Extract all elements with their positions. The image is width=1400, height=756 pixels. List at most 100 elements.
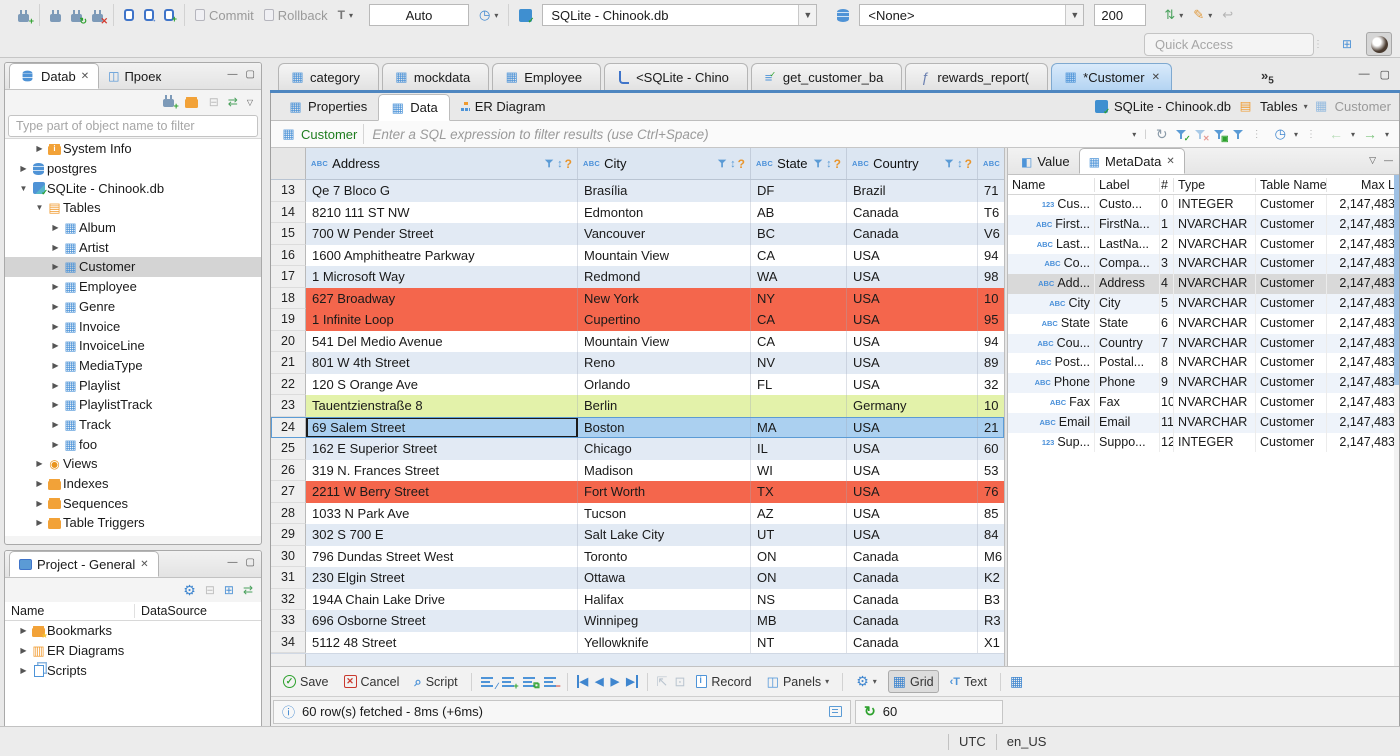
cell-address[interactable]: 162 E Superior Street: [306, 438, 578, 460]
project-tree-item[interactable]: ▶ Bookmarks: [5, 621, 261, 641]
tree-item[interactable]: ▶ Album: [5, 218, 261, 238]
previous-row-icon[interactable]: ◀: [595, 675, 603, 688]
metadata-row[interactable]: ABC First... FirstNa... 1 NVARCHAR Custom…: [1008, 214, 1399, 235]
cell-type[interactable]: NVARCHAR: [1174, 254, 1256, 275]
cell-address[interactable]: Qe 7 Bloco G: [306, 180, 578, 202]
tree-item[interactable]: ▼ Tables: [5, 198, 261, 218]
column-filter-icon[interactable]: [813, 159, 823, 168]
panels-button[interactable]: ◫ Panels ▾: [763, 672, 834, 692]
cell-name[interactable]: ABC Last...: [1008, 234, 1095, 255]
cell-city[interactable]: Ottawa: [578, 567, 751, 589]
row-number[interactable]: 27: [271, 481, 306, 503]
cell-maxlength[interactable]: 2,147,483: [1327, 353, 1399, 373]
column-header-maxlength[interactable]: Max L: [1327, 178, 1399, 192]
expand-arrow[interactable]: ▶: [49, 361, 62, 370]
cell-city[interactable]: Mountain View: [578, 244, 751, 266]
row-number[interactable]: 17: [271, 266, 306, 288]
cell-address[interactable]: 1033 N Park Ave: [306, 502, 578, 524]
breadcrumb-tables[interactable]: Tables: [1260, 99, 1298, 114]
expand-arrow[interactable]: ▶: [17, 646, 30, 655]
column-header-number[interactable]: #: [1160, 177, 1174, 192]
next-row-icon[interactable]: ▶: [611, 675, 619, 688]
cell-address[interactable]: 8210 111 ST NW: [306, 201, 578, 223]
cell-name[interactable]: ABC State: [1008, 313, 1095, 334]
cell-label[interactable]: Country: [1095, 333, 1160, 354]
cell-number[interactable]: 5: [1160, 293, 1174, 314]
cell-maxlength[interactable]: 2,147,483: [1327, 393, 1399, 413]
link-with-editor-icon[interactable]: ⇄: [228, 95, 238, 109]
cell-postalcode[interactable]: 71: [978, 180, 1004, 202]
chevron-down-icon[interactable]: ▾: [1351, 130, 1355, 139]
cell-label[interactable]: Custo...: [1095, 195, 1160, 215]
metadata-row[interactable]: ABC Fax Fax 10 NVARCHAR Customer 2,147,48…: [1008, 392, 1399, 413]
cell-address[interactable]: 194A Chain Lake Drive: [306, 588, 578, 610]
cell-name[interactable]: ABC Cou...: [1008, 333, 1095, 354]
cell-address[interactable]: Tauentzienstraße 8: [306, 395, 578, 417]
cell-country[interactable]: USA: [847, 459, 978, 481]
cell-number[interactable]: 1: [1160, 214, 1174, 235]
cell-address[interactable]: 1 Microsoft Way: [306, 266, 578, 288]
cell-address[interactable]: 1 Infinite Loop: [306, 309, 578, 331]
minimize-icon[interactable]: —: [1384, 155, 1393, 166]
cell-tablename[interactable]: Customer: [1256, 412, 1327, 433]
grid-mode-button[interactable]: ▦ Grid: [887, 670, 939, 693]
cell-tablename[interactable]: Customer: [1256, 293, 1327, 314]
cell-tablename[interactable]: Customer: [1256, 313, 1327, 334]
cell-label[interactable]: State: [1095, 313, 1160, 334]
tab-er-diagram[interactable]: ER Diagram: [450, 93, 557, 120]
expand-arrow[interactable]: ▶: [49, 302, 62, 311]
transaction-mode-button[interactable]: T ▾: [338, 8, 353, 22]
cell-number[interactable]: 6: [1160, 313, 1174, 334]
tree-item[interactable]: ▶ foo: [5, 434, 261, 454]
cell-country[interactable]: USA: [847, 416, 978, 438]
cell-postalcode[interactable]: 21: [978, 417, 1004, 439]
cell-label[interactable]: Phone: [1095, 373, 1160, 393]
cell-postalcode[interactable]: 53: [978, 460, 1004, 482]
cell-state[interactable]: NT: [751, 631, 847, 653]
new-connection-icon[interactable]: +: [18, 10, 34, 26]
fetch-size-input[interactable]: 200: [1094, 4, 1147, 26]
cell-address[interactable]: 796 Dundas Street West: [306, 545, 578, 567]
chevron-down-icon[interactable]: ▾: [1385, 130, 1389, 139]
cell-tablename[interactable]: Customer: [1256, 234, 1327, 255]
row-number[interactable]: 20: [271, 330, 306, 352]
cell-city[interactable]: New York: [578, 287, 751, 309]
cell-city[interactable]: Reno: [578, 352, 751, 374]
cell-number[interactable]: 2: [1160, 234, 1174, 255]
cell-state[interactable]: MB: [751, 610, 847, 632]
cell-address[interactable]: 541 Del Medio Avenue: [306, 330, 578, 352]
cell-type[interactable]: NVARCHAR: [1174, 293, 1256, 314]
result-table-button[interactable]: Customer: [275, 124, 365, 144]
cell-postalcode[interactable]: 60: [978, 438, 1004, 460]
cell-postalcode[interactable]: 76: [978, 481, 1004, 503]
cell-postalcode[interactable]: 94: [978, 331, 1004, 353]
cell-number[interactable]: 3: [1160, 254, 1174, 275]
disconnect-icon[interactable]: ✕: [92, 10, 108, 26]
cell-city[interactable]: Cupertino: [578, 309, 751, 331]
sort-icon[interactable]: ↕: [557, 158, 563, 170]
cell-country[interactable]: Canada: [847, 610, 978, 632]
row-number[interactable]: 33: [271, 610, 306, 632]
add-row-icon[interactable]: +: [501, 676, 519, 691]
tree-item[interactable]: ▶ MediaType: [5, 356, 261, 376]
refresh-icon[interactable]: ↻: [1156, 126, 1168, 143]
cell-address[interactable]: 230 Elgin Street: [306, 567, 578, 589]
cell-postalcode[interactable]: 94: [978, 245, 1004, 267]
auto-refresh-icon[interactable]: ◷: [1275, 126, 1286, 142]
cell-state[interactable]: NY: [751, 287, 847, 309]
copy-message-icon[interactable]: [829, 706, 842, 717]
cell-city[interactable]: Fort Worth: [578, 481, 751, 503]
chevron-down-icon[interactable]: ▾: [1304, 102, 1308, 111]
next-page-icon[interactable]: →: [1363, 126, 1377, 142]
row-number[interactable]: 29: [271, 524, 306, 546]
cell-name[interactable]: ABC Add...: [1008, 274, 1095, 294]
cell-postalcode[interactable]: 32: [978, 374, 1004, 396]
column-header-postalcode[interactable]: ABC: [978, 148, 1004, 179]
cell-city[interactable]: Salt Lake City: [578, 524, 751, 546]
column-header-country[interactable]: ABC Country ↕ ?: [847, 148, 978, 179]
tree-item[interactable]: ▶ Sequences: [5, 493, 261, 513]
expand-arrow[interactable]: ▶: [33, 144, 46, 153]
expand-arrow[interactable]: ▶: [33, 479, 46, 488]
cell-tablename[interactable]: Customer: [1256, 353, 1327, 374]
cell-country[interactable]: Canada: [847, 588, 978, 610]
